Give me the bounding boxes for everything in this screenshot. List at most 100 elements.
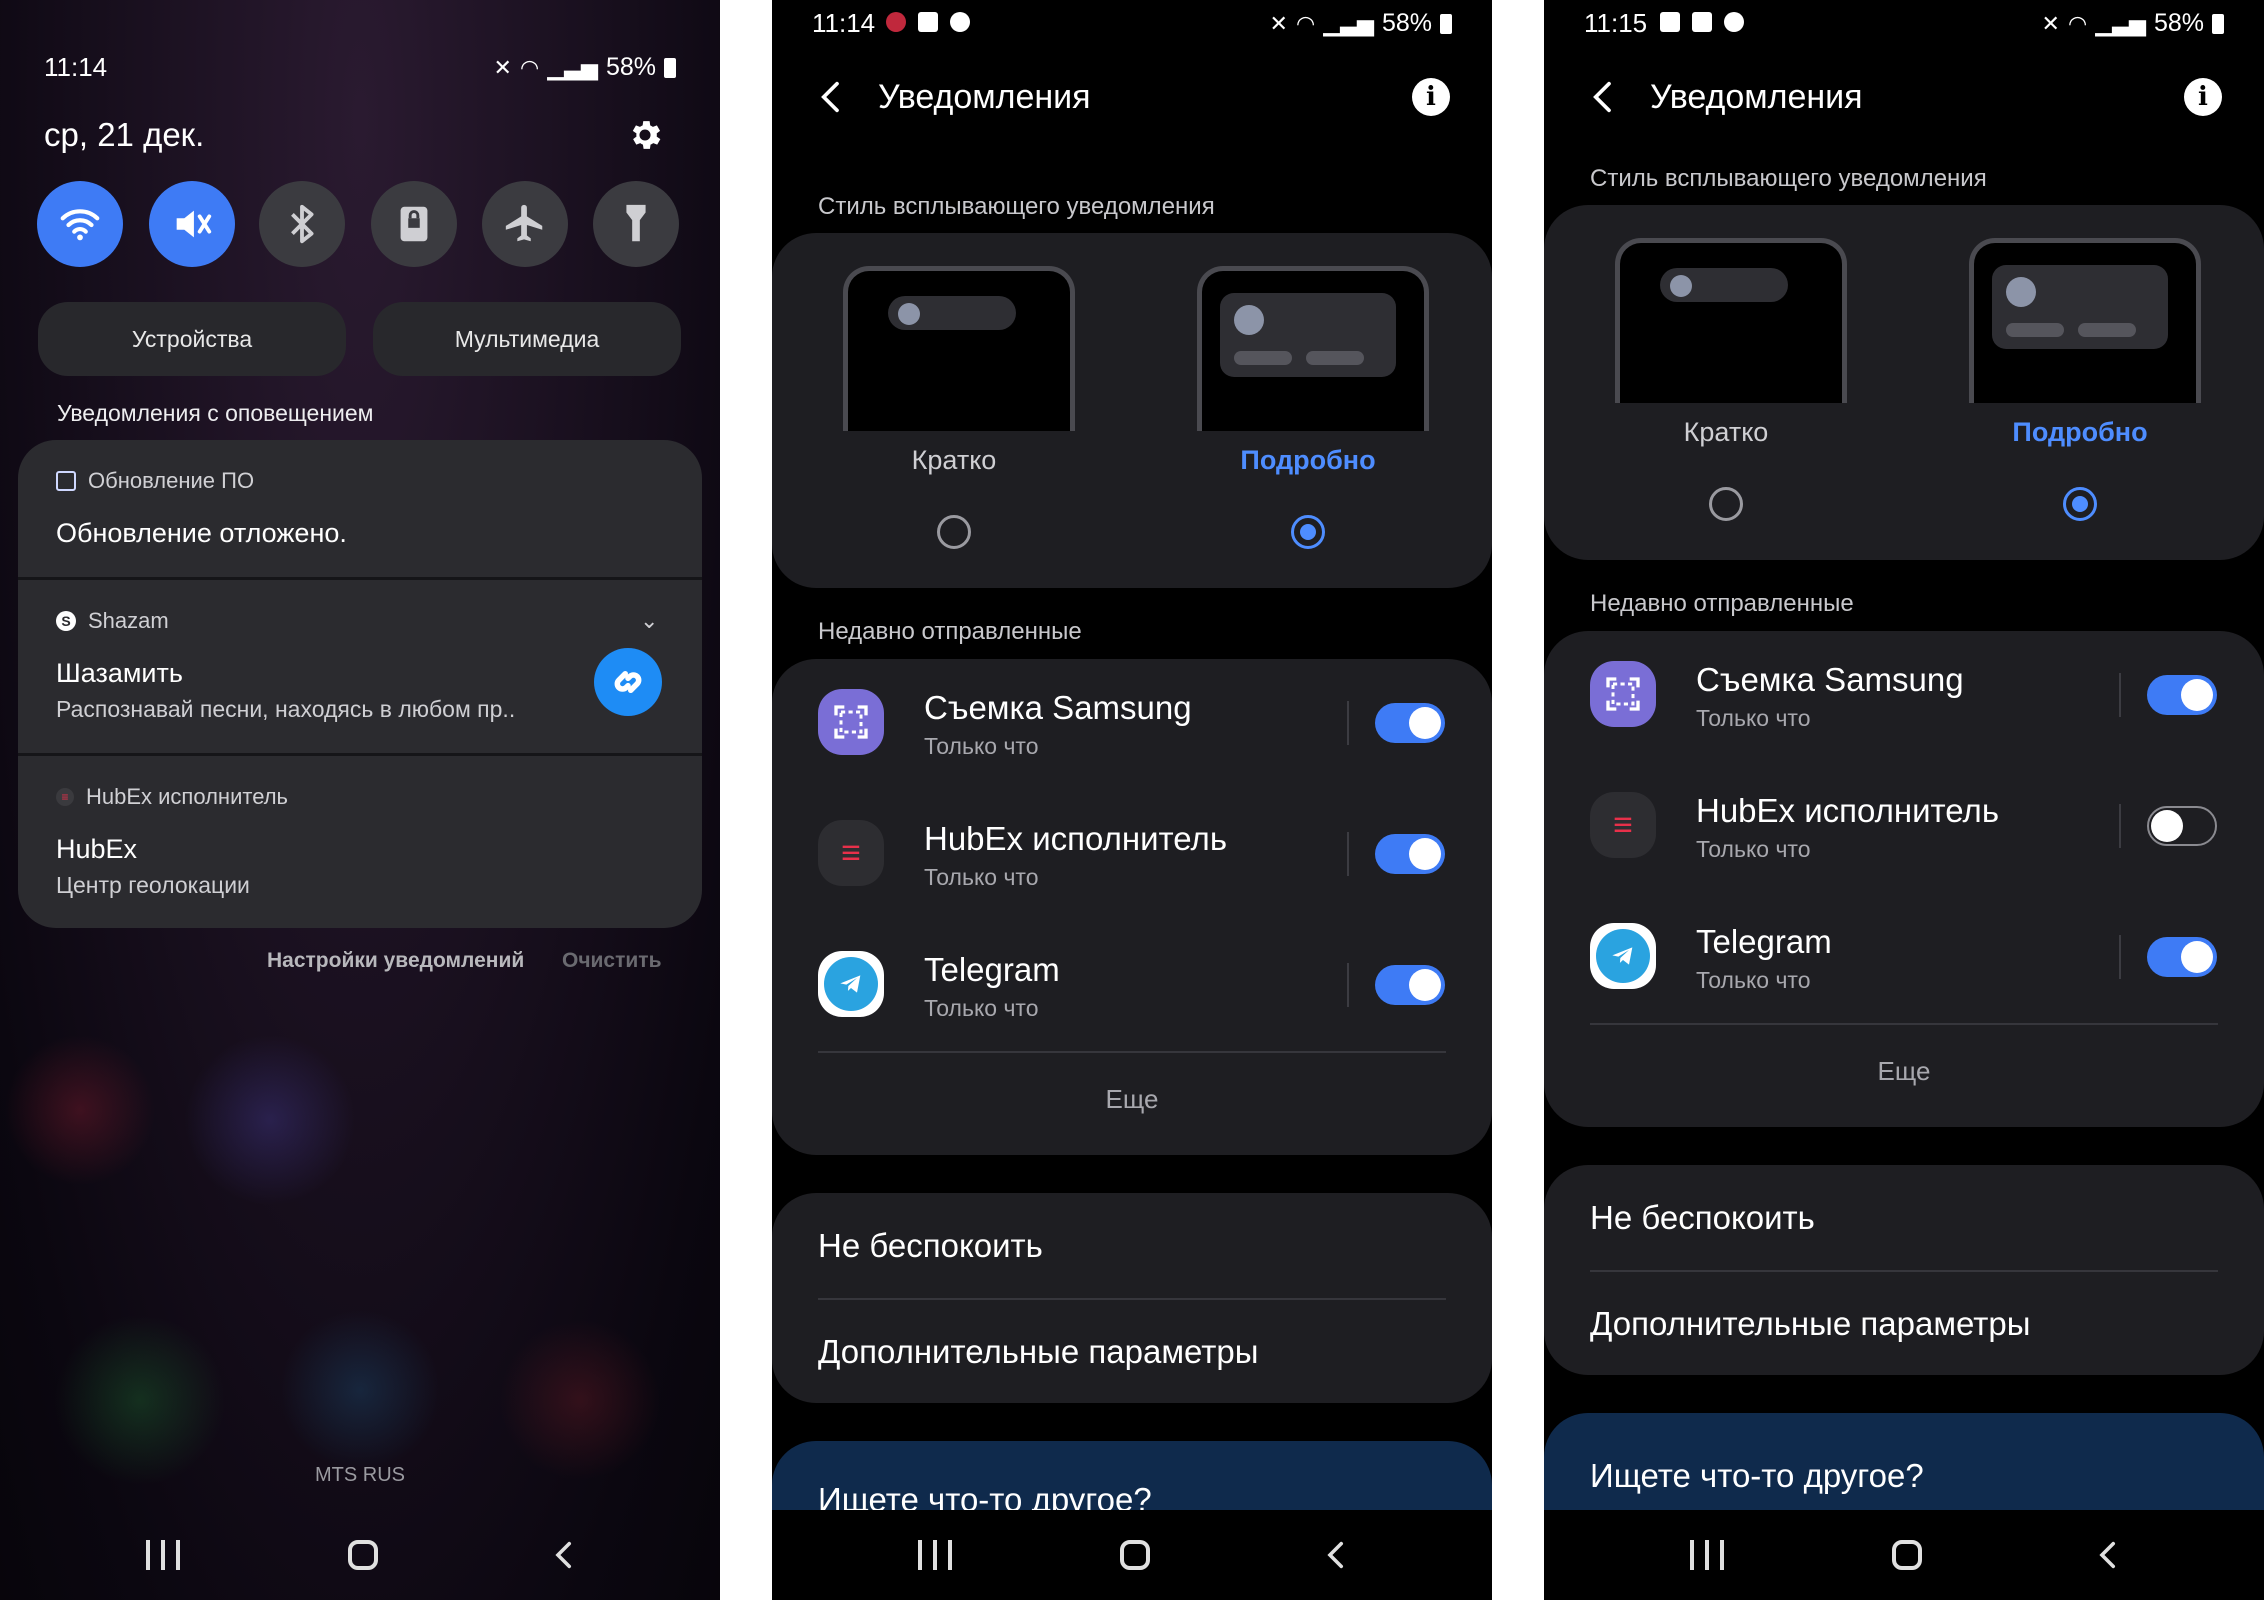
app-toggle[interactable]	[2147, 806, 2217, 846]
advanced-settings-item[interactable]: Дополнительные параметры	[818, 1333, 1258, 1371]
status-app-icons	[1660, 12, 1744, 32]
detailed-style-preview[interactable]	[1969, 238, 2201, 403]
telegram-icon	[1590, 923, 1656, 989]
app-name: Съемка Samsung	[1696, 661, 1964, 698]
divider	[1590, 1270, 2218, 1272]
app-time: Только что	[924, 864, 1039, 890]
back-icon[interactable]	[548, 1538, 582, 1572]
notification-shade-screen: 11:14 ✕ ◠ ▁▃▅ 58% ср, 21 дек. Устройства…	[0, 0, 720, 1600]
mute-status-icon: ✕	[1269, 10, 1288, 36]
notifications-settings-screen-scrolled: 11:15 ✕ ◠ ▁▃▅ 58% Уведомления i Стиль вс…	[1544, 0, 2264, 1600]
status-time: 11:15	[1584, 8, 1648, 38]
app-time: Только что	[924, 733, 1039, 759]
carrier-label: MTS RUS	[315, 1464, 405, 1486]
wifi-status-icon: ◠	[1295, 10, 1316, 36]
divider	[2119, 804, 2121, 848]
recents-icon[interactable]	[1690, 1540, 1724, 1570]
do-not-disturb-item[interactable]: Не беспокоить	[818, 1227, 1043, 1265]
notification-settings-link[interactable]: Настройки уведомлений	[267, 949, 524, 973]
flashlight-icon[interactable]	[593, 181, 679, 267]
notification-text: Центр геолокации	[56, 872, 250, 898]
detailed-label: Подробно	[1240, 445, 1376, 475]
settings-card: Не беспокоить Дополнительные параметры	[1544, 1165, 2264, 1375]
settings-card: Не беспокоить Дополнительные параметры	[772, 1193, 1492, 1403]
hubex-icon: ≡	[818, 820, 884, 886]
mute-status-icon: ✕	[493, 54, 512, 80]
app-toggle[interactable]	[2147, 937, 2217, 977]
notification-hubex[interactable]: ≡ HubEx исполнитель HubEx Центр геолокац…	[18, 756, 702, 928]
app-toggle[interactable]	[2147, 675, 2217, 715]
notification-group: Обновление ПО Обновление отложено. S Sha…	[18, 440, 702, 928]
more-button[interactable]: Еще	[772, 1084, 1492, 1115]
notification-app-name: Shazam	[88, 608, 169, 633]
lock-rotation-icon[interactable]	[371, 181, 457, 267]
image-status-icon	[1660, 12, 1680, 32]
mute-status-icon: ✕	[2041, 10, 2060, 36]
notification-title: Обновление отложено.	[56, 518, 347, 548]
shazam-icon	[594, 648, 662, 716]
notification-software-update[interactable]: Обновление ПО Обновление отложено.	[18, 440, 702, 577]
detailed-radio[interactable]	[1291, 515, 1325, 549]
navigation-bar	[1544, 1510, 2264, 1600]
wifi-status-icon: ◠	[2067, 10, 2088, 36]
recent-apps-card: Съемка Samsung Только что ≡ HubEx исполн…	[772, 659, 1492, 1155]
signal-icon: ▁▃▅	[547, 54, 598, 80]
brief-style-preview[interactable]	[843, 266, 1075, 431]
detailed-style-preview[interactable]	[1197, 266, 1429, 431]
popup-style-card: Кратко Подробно	[1544, 205, 2264, 560]
back-arrow-icon[interactable]	[812, 77, 852, 117]
app-name: HubEx исполнитель	[1696, 792, 2000, 829]
home-icon[interactable]	[1892, 1540, 1922, 1570]
app-name: Telegram	[1696, 923, 1832, 960]
notification-app-name: HubEx исполнитель	[86, 784, 289, 809]
more-button[interactable]: Еще	[1544, 1056, 2264, 1087]
media-button[interactable]: Мультимедиа	[373, 302, 681, 376]
do-not-disturb-item[interactable]: Не беспокоить	[1590, 1199, 1815, 1237]
battery-icon	[1440, 13, 1452, 34]
home-icon[interactable]	[348, 1540, 378, 1570]
app-toggle[interactable]	[1375, 965, 1445, 1005]
info-icon[interactable]: i	[1412, 78, 1450, 116]
status-bar-icons: ✕ ◠ ▁▃▅ 58%	[2042, 9, 2224, 38]
brief-label: Кратко	[911, 445, 997, 475]
brief-style-preview[interactable]	[1615, 238, 1847, 403]
gear-icon[interactable]	[626, 116, 664, 154]
mute-icon[interactable]	[149, 181, 235, 267]
app-toggle[interactable]	[1375, 834, 1445, 874]
brief-radio[interactable]	[937, 515, 971, 549]
wifi-icon[interactable]	[37, 181, 123, 267]
detailed-label: Подробно	[2012, 417, 2148, 447]
navigation-bar	[772, 1510, 1492, 1600]
brief-radio[interactable]	[1709, 487, 1743, 521]
bluetooth-icon[interactable]	[259, 181, 345, 267]
status-time: 11:14	[44, 52, 108, 82]
recents-icon[interactable]	[146, 1540, 180, 1570]
shazam-status-icon	[950, 12, 970, 32]
back-icon[interactable]	[2092, 1538, 2126, 1572]
app-name: Съемка Samsung	[924, 689, 1192, 726]
back-arrow-icon[interactable]	[1584, 77, 1624, 117]
recent-apps-card: Съемка Samsung Только что ≡ HubEx исполн…	[1544, 631, 2264, 1127]
recent-label: Недавно отправленные	[818, 618, 1082, 645]
divider	[1347, 963, 1349, 1007]
app-toggle[interactable]	[1375, 703, 1445, 743]
back-icon[interactable]	[1320, 1538, 1354, 1572]
notification-text: Распознавай песни, находясь в любом пр..	[56, 696, 516, 722]
chevron-down-icon[interactable]: ⌄	[640, 608, 658, 634]
page-title: Уведомления	[878, 78, 1091, 116]
image-status-icon	[918, 12, 938, 32]
recents-icon[interactable]	[918, 1540, 952, 1570]
advanced-settings-item[interactable]: Дополнительные параметры	[1590, 1305, 2030, 1343]
clear-button[interactable]: Очистить	[562, 949, 662, 973]
home-icon[interactable]	[1120, 1540, 1150, 1570]
detailed-radio[interactable]	[2063, 487, 2097, 521]
app-name: Telegram	[924, 951, 1060, 988]
status-app-icons	[886, 12, 970, 32]
airplane-icon[interactable]	[482, 181, 568, 267]
devices-button[interactable]: Устройства	[38, 302, 346, 376]
telegram-icon	[818, 951, 884, 1017]
info-icon[interactable]: i	[2184, 78, 2222, 116]
samsung-capture-icon	[1590, 661, 1656, 727]
battery-percent: 58%	[605, 53, 656, 81]
notification-shazam[interactable]: S Shazam ⌄ Шазамить Распознавай песни, н…	[18, 580, 702, 753]
